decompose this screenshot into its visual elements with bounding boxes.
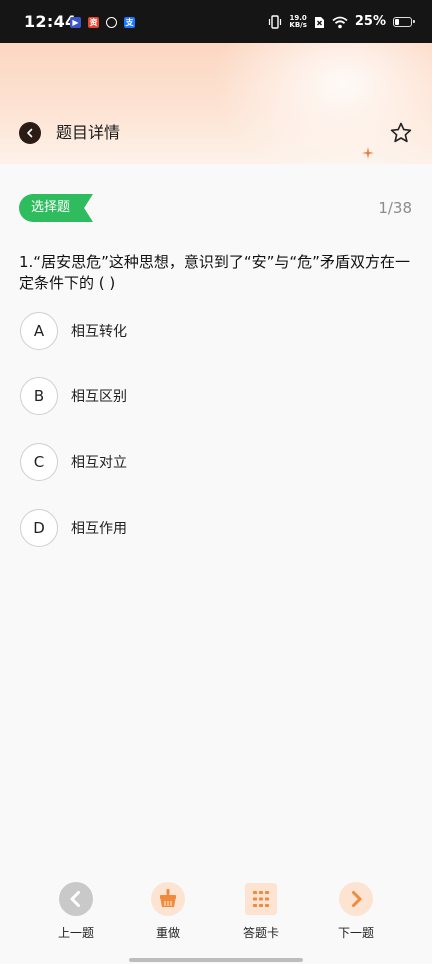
wifi-icon [332,16,348,28]
prev-icon-wrap [59,882,93,916]
status-time: 12:44 [24,12,77,31]
next-icon-wrap [339,882,373,916]
option-letter: B [20,377,58,415]
option-letter: A [20,312,58,350]
answer-card-button[interactable]: 答题卡 [221,882,301,940]
alipay-icon: 支 [124,17,135,28]
broom-icon [151,882,185,916]
home-indicator[interactable] [129,958,303,962]
chevron-left-icon [27,128,33,138]
answer-card-icon-wrap [244,882,278,916]
page-title: 题目详情 [56,123,121,142]
header-glow [212,43,432,164]
redo-icon-wrap [151,882,185,916]
chevron-right-icon [339,882,373,916]
vibrate-icon [269,15,282,29]
status-indicators: 19.0 KB/s 25% [268,12,415,32]
option-text: 相互转化 [71,324,127,340]
next-question-label: 下一题 [337,926,374,940]
network-speed-unit: KB/s [289,21,307,29]
option-d[interactable]: D 相互作用 [20,508,320,548]
prev-question-button[interactable]: 上一题 [36,882,116,940]
sparkle-icon [362,147,374,159]
video-app-icon: ▶ [70,17,81,28]
battery-icon [393,17,415,27]
chevron-left-icon [59,882,93,916]
grid-icon [245,883,277,915]
option-text: 相互对立 [71,455,127,471]
news-app-icon: 资 [88,17,99,28]
back-button[interactable] [19,122,41,144]
no-sim-icon [314,16,324,28]
status-bar: 12:44 ▶ 资 支 19.0 KB/s 25% [0,0,432,43]
option-b[interactable]: B 相互区别 [20,376,320,416]
question-progress: 1/38 [378,199,412,217]
bottom-nav: 上一题 重做 答题卡 下一题 [0,882,432,952]
option-a[interactable]: A 相互转化 [20,311,320,351]
sync-app-icon [106,17,117,28]
redo-label: 重做 [155,926,180,940]
option-text: 相互作用 [71,521,127,537]
battery-level [395,19,399,25]
header: 题目详情 [0,43,432,164]
option-letter: C [20,443,58,481]
answer-card-label: 答题卡 [242,926,279,940]
prev-question-label: 上一题 [57,926,94,940]
redo-button[interactable]: 重做 [128,882,208,940]
network-speed: 19.0 KB/s [289,15,306,29]
option-text: 相互区别 [71,389,127,405]
option-letter: D [20,509,58,547]
question-content: 选择题 1/38 1.“居安思危”这种思想，意识到了“安”与“危”矛盾双方在一定… [0,164,432,864]
option-c[interactable]: C 相互对立 [20,442,320,482]
next-question-button[interactable]: 下一题 [316,882,396,940]
battery-percent: 25% [354,14,386,29]
question-type-tag: 选择题 [19,194,93,222]
star-icon[interactable] [389,121,413,145]
question-text: 1.“居安思危”这种思想，意识到了“安”与“危”矛盾双方在一定条件下的 ( ) [19,253,410,292]
